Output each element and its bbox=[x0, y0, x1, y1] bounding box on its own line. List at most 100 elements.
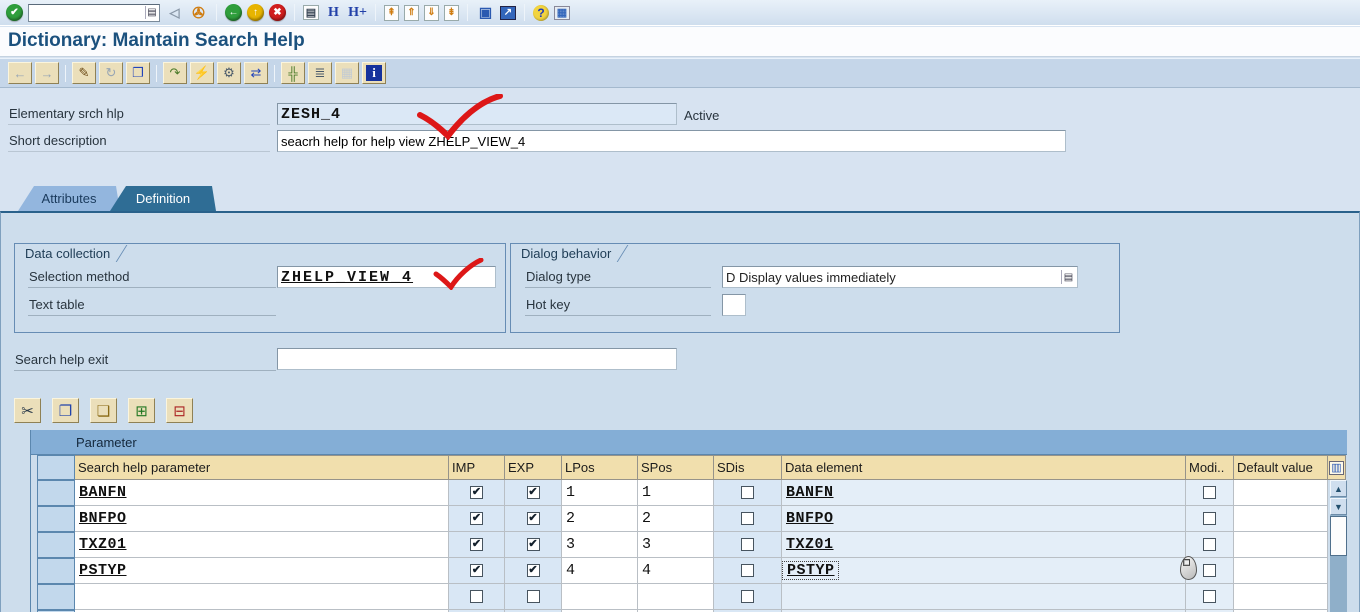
data-element-link[interactable]: BNFPO bbox=[782, 510, 834, 527]
spos-cell[interactable]: 1 bbox=[638, 480, 714, 506]
elementary-search-help-field[interactable]: ZESH_4 bbox=[277, 103, 677, 125]
hide-toolbar-icon[interactable]: ◁ bbox=[165, 3, 184, 23]
imp-checkbox[interactable] bbox=[470, 590, 483, 603]
data-element-cell[interactable]: BNFPO bbox=[782, 506, 1186, 532]
tab-definition[interactable]: Definition bbox=[110, 186, 216, 211]
cut-button[interactable]: ✂ bbox=[14, 398, 41, 423]
command-history-icon[interactable]: ▤ bbox=[145, 5, 158, 19]
default-value-cell[interactable] bbox=[1234, 558, 1328, 584]
sdis-checkbox[interactable] bbox=[741, 486, 754, 499]
search-help-exit-input[interactable] bbox=[281, 349, 673, 369]
exp-checkbox[interactable] bbox=[526, 590, 540, 603]
param-cell[interactable]: PSTYP bbox=[75, 558, 449, 584]
sdis-checkbox[interactable] bbox=[741, 512, 754, 525]
activate-button[interactable]: ⚡ bbox=[190, 62, 214, 84]
back-icon[interactable]: ← bbox=[225, 4, 242, 21]
hot-key-field[interactable] bbox=[722, 294, 746, 316]
data-element-cell[interactable]: PSTYP bbox=[782, 558, 1186, 584]
table-settings-icon[interactable]: ▥ bbox=[1329, 460, 1344, 475]
lpos-cell[interactable]: 2 bbox=[562, 506, 638, 532]
copy-object-button[interactable]: ❐ bbox=[126, 62, 150, 84]
dropdown-icon[interactable]: ▤ bbox=[1061, 270, 1075, 284]
test-button[interactable]: ⚙ bbox=[217, 62, 241, 84]
sdis-checkbox[interactable] bbox=[741, 590, 754, 603]
search-help-exit-field[interactable] bbox=[277, 348, 677, 370]
param-link[interactable]: TXZ01 bbox=[75, 536, 127, 553]
save-icon[interactable]: ✇ bbox=[189, 3, 208, 23]
lpos-cell[interactable] bbox=[562, 584, 638, 610]
spos-cell[interactable] bbox=[638, 584, 714, 610]
table-settings-cell[interactable]: ▥ bbox=[1328, 455, 1346, 480]
selection-method-field[interactable]: ZHELP_VIEW_4 bbox=[277, 266, 496, 288]
col-modi[interactable]: Modi.. bbox=[1186, 455, 1234, 480]
where-used-button[interactable]: ⇄ bbox=[244, 62, 268, 84]
spos-cell[interactable]: 3 bbox=[638, 532, 714, 558]
copy-rows-button[interactable]: ❐ bbox=[52, 398, 79, 423]
col-default-value[interactable]: Default value bbox=[1234, 455, 1328, 480]
short-description-field[interactable] bbox=[277, 130, 1066, 152]
find-icon[interactable]: H bbox=[324, 3, 343, 23]
command-input[interactable] bbox=[28, 3, 160, 22]
row-selector[interactable] bbox=[37, 584, 75, 610]
help-icon[interactable]: ? bbox=[533, 4, 549, 21]
create-shortcut-icon[interactable]: ↗ bbox=[500, 5, 516, 20]
tab-attributes[interactable]: Attributes bbox=[18, 186, 120, 211]
param-link[interactable]: BNFPO bbox=[75, 510, 127, 527]
scrollbar-thumb[interactable] bbox=[1330, 516, 1347, 556]
first-page-icon[interactable]: ⇞ bbox=[384, 4, 399, 21]
command-field[interactable]: ▤ bbox=[28, 3, 160, 22]
lpos-cell[interactable]: 1 bbox=[562, 480, 638, 506]
lpos-cell[interactable]: 3 bbox=[562, 532, 638, 558]
scroll-up-button[interactable]: ▲ bbox=[1330, 480, 1347, 497]
col-sdis[interactable]: SDis bbox=[714, 455, 782, 480]
exp-checkbox[interactable]: ✔ bbox=[526, 564, 540, 577]
modi-checkbox[interactable] bbox=[1203, 486, 1216, 499]
print-icon[interactable]: ▤ bbox=[303, 5, 319, 20]
scroll-down-button[interactable]: ▼ bbox=[1330, 498, 1347, 515]
data-element-link[interactable]: BANFN bbox=[782, 484, 834, 501]
paste-rows-button[interactable]: ❏ bbox=[90, 398, 117, 423]
page-up-icon[interactable]: ⇑ bbox=[404, 4, 419, 21]
default-value-cell[interactable] bbox=[1234, 532, 1328, 558]
col-search-help-parameter[interactable]: Search help parameter bbox=[75, 455, 449, 480]
param-cell[interactable]: BNFPO bbox=[75, 506, 449, 532]
exp-checkbox[interactable]: ✔ bbox=[526, 486, 540, 499]
lpos-cell[interactable]: 4 bbox=[562, 558, 638, 584]
default-value-cell[interactable] bbox=[1234, 584, 1328, 610]
param-link[interactable]: BANFN bbox=[75, 484, 127, 501]
exp-checkbox[interactable]: ✔ bbox=[526, 512, 540, 525]
modi-checkbox[interactable] bbox=[1203, 590, 1216, 603]
undo-button[interactable]: ↷ bbox=[163, 62, 187, 84]
col-exp[interactable]: EXP bbox=[505, 455, 562, 480]
col-spos[interactable]: SPos bbox=[638, 455, 714, 480]
col-imp[interactable]: IMP bbox=[449, 455, 505, 480]
hierarchy-button[interactable]: ╬ bbox=[281, 62, 305, 84]
refresh-button[interactable]: ↻ bbox=[99, 62, 123, 84]
param-link[interactable]: PSTYP bbox=[75, 562, 127, 579]
dialog-type-dropdown[interactable]: D Display values immediately ▤ bbox=[722, 266, 1078, 288]
nav-forward-button[interactable]: → bbox=[35, 62, 59, 84]
modi-checkbox[interactable] bbox=[1203, 564, 1216, 577]
row-selector[interactable] bbox=[37, 558, 75, 584]
spos-cell[interactable]: 4 bbox=[638, 558, 714, 584]
enter-icon[interactable]: ✔ bbox=[6, 4, 23, 21]
data-element-cell[interactable]: TXZ01 bbox=[782, 532, 1186, 558]
display-change-button[interactable]: ✎ bbox=[72, 62, 96, 84]
delete-row-button[interactable]: ⊟ bbox=[166, 398, 193, 423]
insert-row-button[interactable]: ⊞ bbox=[128, 398, 155, 423]
info-button[interactable]: i bbox=[362, 62, 386, 84]
modi-checkbox[interactable] bbox=[1203, 538, 1216, 551]
sdis-checkbox[interactable] bbox=[741, 538, 754, 551]
param-cell[interactable] bbox=[75, 584, 449, 610]
customize-layout-icon[interactable]: ▦ bbox=[554, 5, 570, 20]
col-data-element[interactable]: Data element bbox=[782, 455, 1186, 480]
spos-cell[interactable]: 2 bbox=[638, 506, 714, 532]
table-view-button[interactable]: ▦ bbox=[335, 62, 359, 84]
cancel-icon[interactable]: ✖ bbox=[269, 4, 286, 21]
imp-checkbox[interactable]: ✔ bbox=[470, 512, 483, 525]
row-selector[interactable] bbox=[37, 532, 75, 558]
data-element-link[interactable]: TXZ01 bbox=[782, 536, 834, 553]
overview-button[interactable]: ≣ bbox=[308, 62, 332, 84]
exit-icon[interactable]: ↑ bbox=[247, 4, 264, 21]
short-description-input[interactable] bbox=[281, 131, 1062, 151]
